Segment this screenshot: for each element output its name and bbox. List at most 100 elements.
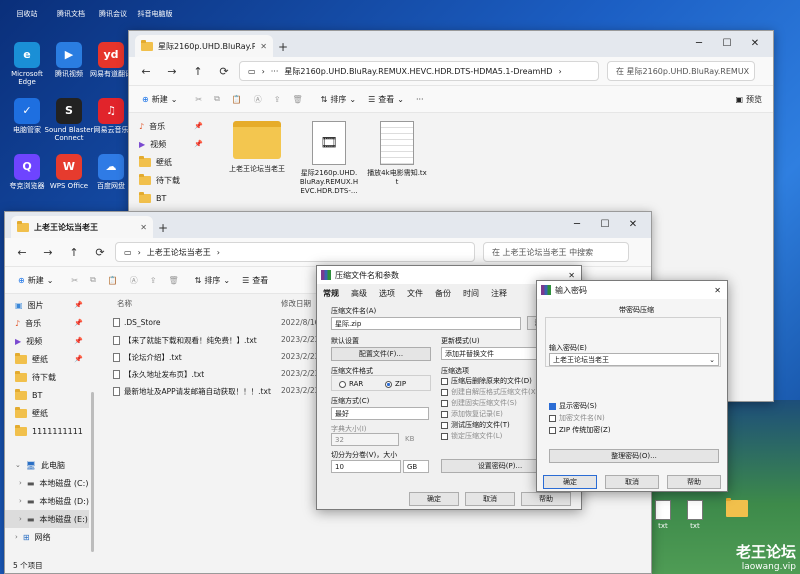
view-button[interactable]: ☰ 查看 ⌄ [363, 89, 409, 109]
sidebar-item[interactable]: › ▬ 本地磁盘 (E:) [5, 510, 89, 528]
tab-forum-folder[interactable]: 上老王论坛当老王 ✕ [11, 216, 153, 238]
rename-button[interactable]: Ⓐ [125, 270, 143, 290]
chevron-right-icon[interactable]: › [19, 479, 22, 487]
copy-button[interactable]: ⧉ [209, 89, 225, 109]
file-item[interactable]: 🎞 星际2160p.UHD.BluRay.REMUX.HEVC.HDR.DTS-.… [299, 121, 359, 196]
split-size-input[interactable]: 10 [331, 460, 401, 473]
password-help-button[interactable]: 帮助 [667, 475, 721, 489]
new-tab-button[interactable]: + [273, 37, 293, 57]
more-button[interactable]: ··· [411, 89, 429, 109]
new-button[interactable]: ⊕ 新建 ⌄ [13, 270, 58, 290]
close-icon[interactable]: ✕ [714, 286, 721, 295]
dialog-tab[interactable]: 文件 [407, 288, 423, 299]
view-button[interactable]: ☰ 查看 [237, 270, 273, 290]
cut-button[interactable]: ✂ [190, 89, 207, 109]
desktop-file-1[interactable]: txt [682, 500, 708, 530]
close-icon[interactable]: ✕ [568, 271, 575, 280]
sidebar-item[interactable]: › ▬ 本地磁盘 (D:) [5, 492, 89, 510]
option-checkbox[interactable]: 压缩后删除原来的文件(D) [441, 376, 532, 386]
desktop-file-2[interactable]: txt [650, 500, 676, 530]
sidebar-item[interactable]: BT [129, 189, 209, 207]
desktop-shortcut-label[interactable]: 回收站 [2, 10, 52, 18]
address-bar[interactable]: ▭ › ··· 星际2160p.UHD.BluRay.REMUX.HEVC.HD… [239, 61, 599, 81]
sidebar-item[interactable]: BT [5, 386, 89, 404]
up-button[interactable]: ↑ [63, 242, 85, 262]
dialog-tab[interactable]: 选项 [379, 288, 395, 299]
column-name[interactable]: 名称 [117, 298, 132, 309]
password-input[interactable]: 上老王论坛当老王 ⌄ [549, 353, 719, 366]
desktop-folder[interactable] [726, 498, 752, 519]
sidebar-item[interactable]: 壁纸 📌 [5, 350, 89, 368]
preview-button[interactable]: ▣ 预览 [730, 89, 767, 109]
up-button[interactable]: ↑ [187, 61, 209, 81]
ok-button[interactable]: 确定 [409, 492, 459, 506]
copy-button[interactable]: ⧉ [85, 270, 101, 290]
chevron-right-icon[interactable]: › [19, 497, 22, 505]
option-checkbox[interactable]: 添加恢复记录(E) [441, 409, 503, 419]
sidebar-item[interactable]: › ⊞ 网络 [5, 528, 89, 546]
paste-button[interactable]: 📋 [227, 89, 247, 109]
new-button[interactable]: ⊕ 新建 ⌄ [137, 89, 182, 109]
password-cancel-button[interactable]: 取消 [605, 475, 659, 489]
dialog-tab[interactable]: 时间 [463, 288, 479, 299]
method-select[interactable]: 最好 [331, 407, 429, 420]
desktop-shortcut-label[interactable]: 抖音电脑版 [130, 10, 180, 18]
close-tab-icon[interactable]: ✕ [260, 42, 267, 51]
encrypt-names-checkbox[interactable]: 加密文件名(N) [549, 413, 605, 423]
cancel-button[interactable]: 取消 [465, 492, 515, 506]
delete-button[interactable]: 🗑 [288, 89, 308, 109]
chevron-right-icon[interactable]: › [15, 533, 18, 541]
dialog-tab[interactable]: 高级 [351, 288, 367, 299]
navigation-scrollbar[interactable] [91, 392, 94, 552]
option-checkbox[interactable]: 创建自解压格式压缩文件(X) [441, 387, 538, 397]
sidebar-item[interactable]: ▶ 视频 📌 [5, 332, 89, 350]
sidebar-item[interactable]: 壁纸 [5, 404, 89, 422]
sidebar-item[interactable]: ♪ 音乐 📌 [129, 117, 209, 135]
forward-button[interactable]: → [37, 242, 59, 262]
share-button[interactable]: ⇪ [145, 270, 162, 290]
close-icon[interactable]: ✕ [741, 35, 769, 51]
maximize-icon[interactable]: ☐ [591, 216, 619, 232]
close-icon[interactable]: ✕ [619, 216, 647, 232]
profiles-button[interactable]: 配置文件(F)... [331, 347, 431, 361]
dictionary-select[interactable]: 32 [331, 433, 399, 446]
forward-button[interactable]: → [161, 61, 183, 81]
password-ok-button[interactable]: 确定 [543, 475, 597, 489]
dialog-tab[interactable]: 常规 [323, 288, 339, 299]
refresh-button[interactable]: ⟳ [89, 242, 111, 262]
file-item[interactable]: 上老王论坛当老王 [227, 121, 287, 174]
refresh-button[interactable]: ⟳ [213, 61, 235, 81]
format-zip-radio[interactable]: ZIP [385, 380, 406, 388]
sidebar-item[interactable]: ▣ 图片 📌 [5, 296, 89, 314]
archive-name-input[interactable]: 星际.zip [331, 317, 521, 330]
column-date[interactable]: 修改日期 [281, 298, 311, 309]
sidebar-item[interactable]: 待下载 [5, 368, 89, 386]
help-button[interactable]: 帮助 [521, 492, 571, 506]
cut-button[interactable]: ✂ [66, 270, 83, 290]
sidebar-item[interactable]: ♪ 音乐 📌 [5, 314, 89, 332]
maximize-icon[interactable]: ☐ [713, 35, 741, 51]
organize-passwords-button[interactable]: 整理密码(O)... [549, 449, 719, 463]
share-button[interactable]: ⇪ [269, 89, 286, 109]
minimize-icon[interactable]: ─ [563, 216, 591, 232]
search-input[interactable]: 在 上老王论坛当老王 中搜索 [483, 242, 629, 262]
sidebar-item[interactable]: ⌄ 🖥 此电脑 [5, 456, 89, 474]
chevron-down-icon[interactable]: ⌄ [709, 356, 715, 364]
zip-legacy-checkbox[interactable]: ZIP 传统加密(Z) [549, 425, 611, 435]
split-unit-select[interactable]: GB [403, 460, 429, 473]
delete-button[interactable]: 🗑 [164, 270, 184, 290]
rename-button[interactable]: Ⓐ [249, 89, 267, 109]
option-checkbox[interactable]: 创建固实压缩文件(S) [441, 398, 517, 408]
file-item[interactable]: 播放4k电影需知.txt [367, 121, 427, 187]
chevron-right-icon[interactable]: › [19, 515, 22, 523]
paste-button[interactable]: 📋 [103, 270, 123, 290]
sidebar-item[interactable]: 待下载 [129, 171, 209, 189]
format-rar-radio[interactable]: RAR [339, 380, 363, 388]
dialog-tab[interactable]: 注释 [491, 288, 507, 299]
chevron-down-icon[interactable]: ⌄ [15, 461, 21, 469]
sidebar-item[interactable]: 1111111111 [5, 422, 89, 440]
dialog-tab[interactable]: 备份 [435, 288, 451, 299]
address-bar[interactable]: ▭ › 上老王论坛当老王 › [115, 242, 475, 262]
back-button[interactable]: ← [11, 242, 33, 262]
tab-movie-folder[interactable]: 星际2160p.UHD.BluRay.REMUX ✕ [135, 35, 273, 57]
